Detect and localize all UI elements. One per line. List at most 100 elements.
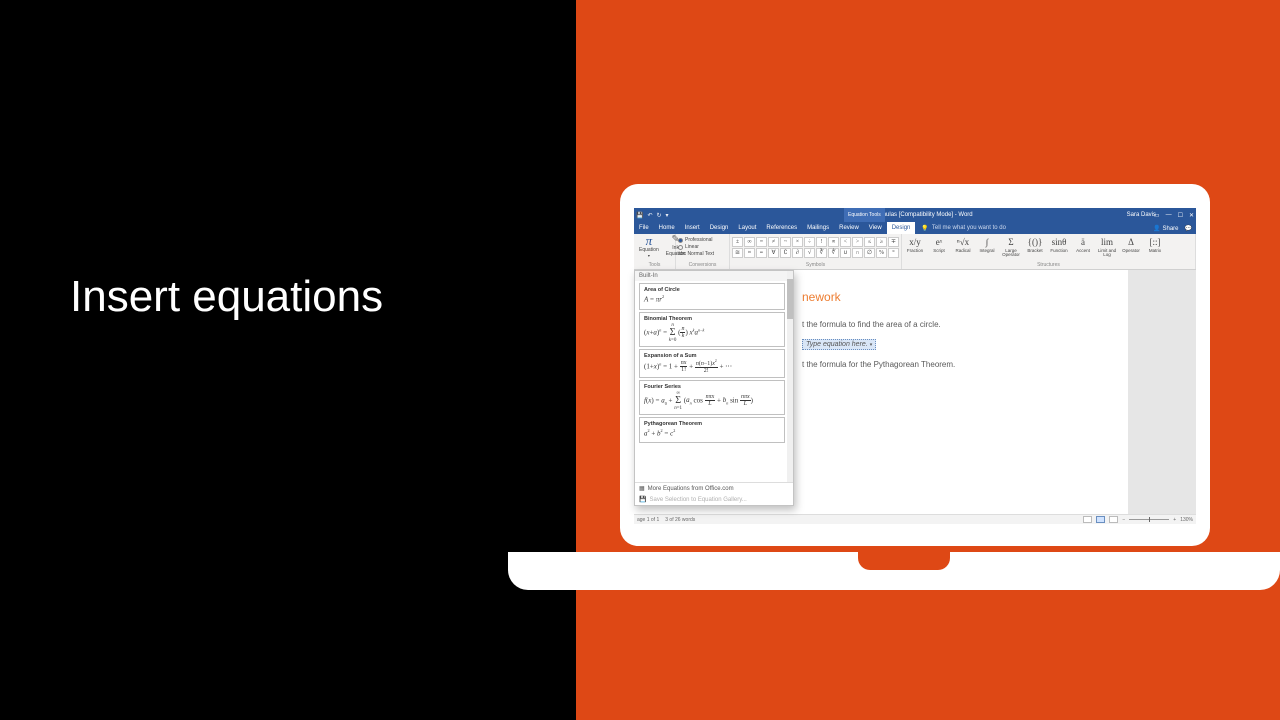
structure-integral[interactable]: ∫Integral (976, 237, 998, 258)
symbol-cell[interactable]: ~ (780, 237, 791, 247)
qat-dropdown-icon[interactable]: ▾ (666, 212, 669, 219)
redo-icon[interactable]: ↻ (657, 212, 662, 219)
structure-function[interactable]: sinθFunction (1048, 237, 1070, 258)
tab-design[interactable]: Design (705, 222, 734, 234)
structure-script[interactable]: eˣScript (928, 237, 950, 258)
slide-headline: Insert equations (70, 272, 383, 322)
save-icon[interactable]: 💾 (636, 212, 643, 219)
symbol-cell[interactable]: ∛ (816, 248, 827, 258)
gallery-scrollbar[interactable] (787, 271, 793, 482)
share-button[interactable]: 👤 Share (1153, 225, 1178, 232)
laptop-notch (858, 552, 950, 570)
user-name: Sara Davis (1127, 212, 1156, 218)
gallery-item-binomial-theorem[interactable]: Binomial Theorem (x+a)n = nΣk=0 (nk) xka… (639, 312, 785, 347)
symbol-cell[interactable]: ≠ (768, 237, 779, 247)
tab-review[interactable]: Review (834, 222, 864, 234)
word-window: 💾 ↶ ↻ ▾ math_formulas [Compatibility Mod… (634, 208, 1196, 524)
professional-option[interactable]: Professional (678, 237, 714, 243)
symbol-cell[interactable]: ∜ (828, 248, 839, 258)
symbol-cell[interactable]: ∅ (864, 248, 875, 258)
structure-large-operator[interactable]: ΣLarge Operator (1000, 237, 1022, 258)
symbol-cell[interactable]: √ (804, 248, 815, 258)
structure-radical[interactable]: ⁿ√xRadical (952, 237, 974, 258)
symbol-cell[interactable]: % (876, 248, 887, 258)
minimize-icon[interactable]: — (1166, 212, 1172, 219)
symbol-cell[interactable]: ≈ (744, 248, 755, 258)
title-bar: 💾 ↶ ↻ ▾ math_formulas [Compatibility Mod… (634, 208, 1196, 222)
symbol-cell[interactable]: ÷ (804, 237, 815, 247)
laptop-screen: 💾 ↶ ↻ ▾ math_formulas [Compatibility Mod… (620, 184, 1210, 546)
gallery-item-pythagorean-theorem[interactable]: Pythagorean Theorem a2 + b2 = c2 (639, 417, 785, 444)
symbol-cell[interactable]: < (840, 237, 851, 247)
close-icon[interactable]: ✕ (1189, 212, 1194, 219)
symbol-cell[interactable]: ∓ (888, 237, 899, 247)
symbol-cell[interactable]: ≡ (756, 248, 767, 258)
tell-me-placeholder: Tell me what you want to do (932, 225, 1006, 231)
symbol-cell[interactable]: ≥ (876, 237, 887, 247)
structure-matrix[interactable]: [::]Matrix (1144, 237, 1166, 258)
document-area: nework t the formula to find the area of… (634, 270, 1196, 514)
equation-button[interactable]: π Equation ▾ (636, 233, 662, 259)
symbol-cell[interactable]: = (756, 237, 767, 247)
save-to-gallery-option: 💾 Save Selection to Equation Gallery... (635, 494, 793, 505)
symbol-grid: ±∞=≠~×÷!∝<>≤≥∓ ≅≈≡∀∁∂√∛∜∪∩∅%° (732, 237, 899, 258)
symbol-cell[interactable]: ∝ (828, 237, 839, 247)
tell-me-search[interactable]: 💡 Tell me what you want to do (915, 222, 1006, 234)
symbol-cell[interactable]: ≅ (732, 248, 743, 258)
symbol-cell[interactable]: ° (888, 248, 899, 258)
symbol-cell[interactable]: ∞ (744, 237, 755, 247)
structure-operator[interactable]: ΔOperator (1120, 237, 1142, 258)
linear-option[interactable]: Linear (678, 244, 714, 250)
background-left (0, 0, 576, 720)
tab-insert[interactable]: Insert (680, 222, 705, 234)
structure-fraction[interactable]: x/yFraction (904, 237, 926, 258)
normal-text-option[interactable]: abc Normal Text (678, 251, 714, 257)
ribbon-tabs: File Home Insert Design Layout Reference… (634, 222, 1196, 234)
gallery-item-fourier-series[interactable]: Fourier Series f(x) = a0 + ∞Σn=1 (an cos… (639, 380, 785, 415)
tab-layout[interactable]: Layout (733, 222, 761, 234)
symbol-cell[interactable]: ∁ (780, 248, 791, 258)
save-gallery-icon: 💾 (639, 496, 646, 503)
symbol-cell[interactable]: ∀ (768, 248, 779, 258)
ribbon-group-tools: π Equation ▾ ✎ Ink Equation Tools (634, 234, 676, 269)
tab-view[interactable]: View (864, 222, 887, 234)
ribbon-group-conversions: Professional Linear abc Normal Text Conv… (676, 234, 730, 269)
status-bar: age 1 of 1 3 of 26 words − + 130% (634, 514, 1196, 524)
gallery-group-built-in: Built-In (635, 271, 793, 281)
structure-bracket[interactable]: {()}Bracket (1024, 237, 1046, 258)
symbol-cell[interactable]: ∪ (840, 248, 851, 258)
gallery-item-area-of-circle[interactable]: Area of Circle A = πr2 (639, 283, 785, 310)
zoom-level[interactable]: 130% (1180, 517, 1193, 523)
page-indicator[interactable]: age 1 of 1 (637, 517, 659, 523)
tab-mailings[interactable]: Mailings (802, 222, 834, 234)
tab-equation-design[interactable]: Design (887, 222, 916, 234)
word-count[interactable]: 3 of 26 words (665, 517, 695, 523)
comments-icon[interactable]: 💬 (1185, 225, 1192, 232)
symbol-cell[interactable]: × (792, 237, 803, 247)
view-web-layout[interactable] (1109, 516, 1118, 523)
pi-icon: π (646, 234, 653, 248)
maximize-icon[interactable]: ☐ (1178, 212, 1183, 219)
gallery-item-expansion-of-sum[interactable]: Expansion of a Sum (1+x)n = 1 + nx1! + n… (639, 349, 785, 378)
structure-accent[interactable]: äAccent (1072, 237, 1094, 258)
symbol-cell[interactable]: ∂ (792, 248, 803, 258)
symbol-cell[interactable]: ! (816, 237, 827, 247)
symbol-cell[interactable]: > (852, 237, 863, 247)
office-icon: ▦ (639, 485, 645, 492)
equation-placeholder[interactable]: Type equation here. (802, 339, 876, 350)
zoom-slider[interactable] (1129, 519, 1169, 520)
symbol-cell[interactable]: ∩ (852, 248, 863, 258)
zoom-out-icon[interactable]: − (1122, 517, 1125, 523)
undo-icon[interactable]: ↶ (647, 212, 652, 219)
equation-placeholder-row: Type equation here. (802, 339, 1100, 350)
view-read-mode[interactable] (1083, 516, 1092, 523)
symbol-cell[interactable]: ≤ (864, 237, 875, 247)
ribbon-options-icon[interactable]: ▭ (1154, 212, 1160, 219)
tab-references[interactable]: References (761, 222, 802, 234)
equation-tools-context-tab: Equation Tools (844, 208, 885, 222)
structure-limit-and-log[interactable]: limLimit and Log (1096, 237, 1118, 258)
symbol-cell[interactable]: ± (732, 237, 743, 247)
more-equations-option[interactable]: ▦ More Equations from Office.com (635, 483, 793, 494)
view-print-layout[interactable] (1096, 516, 1105, 523)
zoom-in-icon[interactable]: + (1173, 517, 1176, 523)
